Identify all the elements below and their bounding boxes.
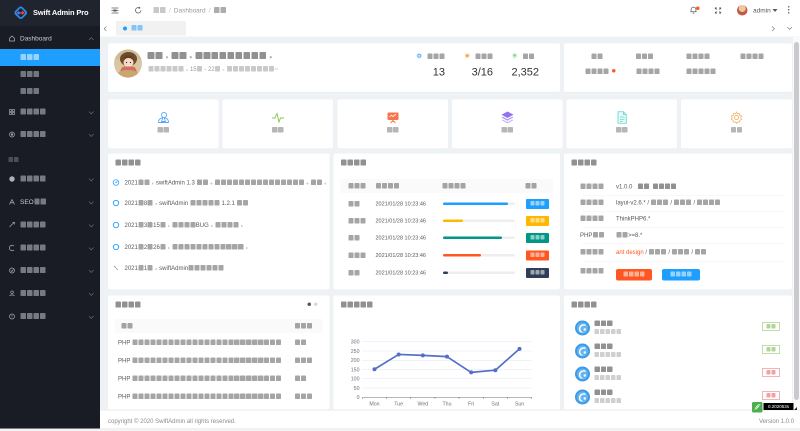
svg-text:50: 50: [354, 386, 360, 392]
svg-text:Tue: Tue: [394, 402, 403, 408]
svg-text:Sat: Sat: [491, 402, 499, 408]
svg-text:Thu: Thu: [442, 402, 451, 408]
svg-text:0: 0: [357, 395, 360, 401]
svg-text:150: 150: [351, 367, 360, 373]
svg-text:200: 200: [351, 358, 360, 364]
svg-text:100: 100: [351, 377, 360, 383]
svg-text:Mon: Mon: [369, 402, 379, 408]
svg-text:Wed: Wed: [417, 402, 428, 408]
svg-text:300: 300: [351, 340, 360, 346]
svg-text:250: 250: [351, 349, 360, 355]
svg-text:Fri: Fri: [468, 402, 474, 408]
svg-text:Sun: Sun: [515, 402, 524, 408]
